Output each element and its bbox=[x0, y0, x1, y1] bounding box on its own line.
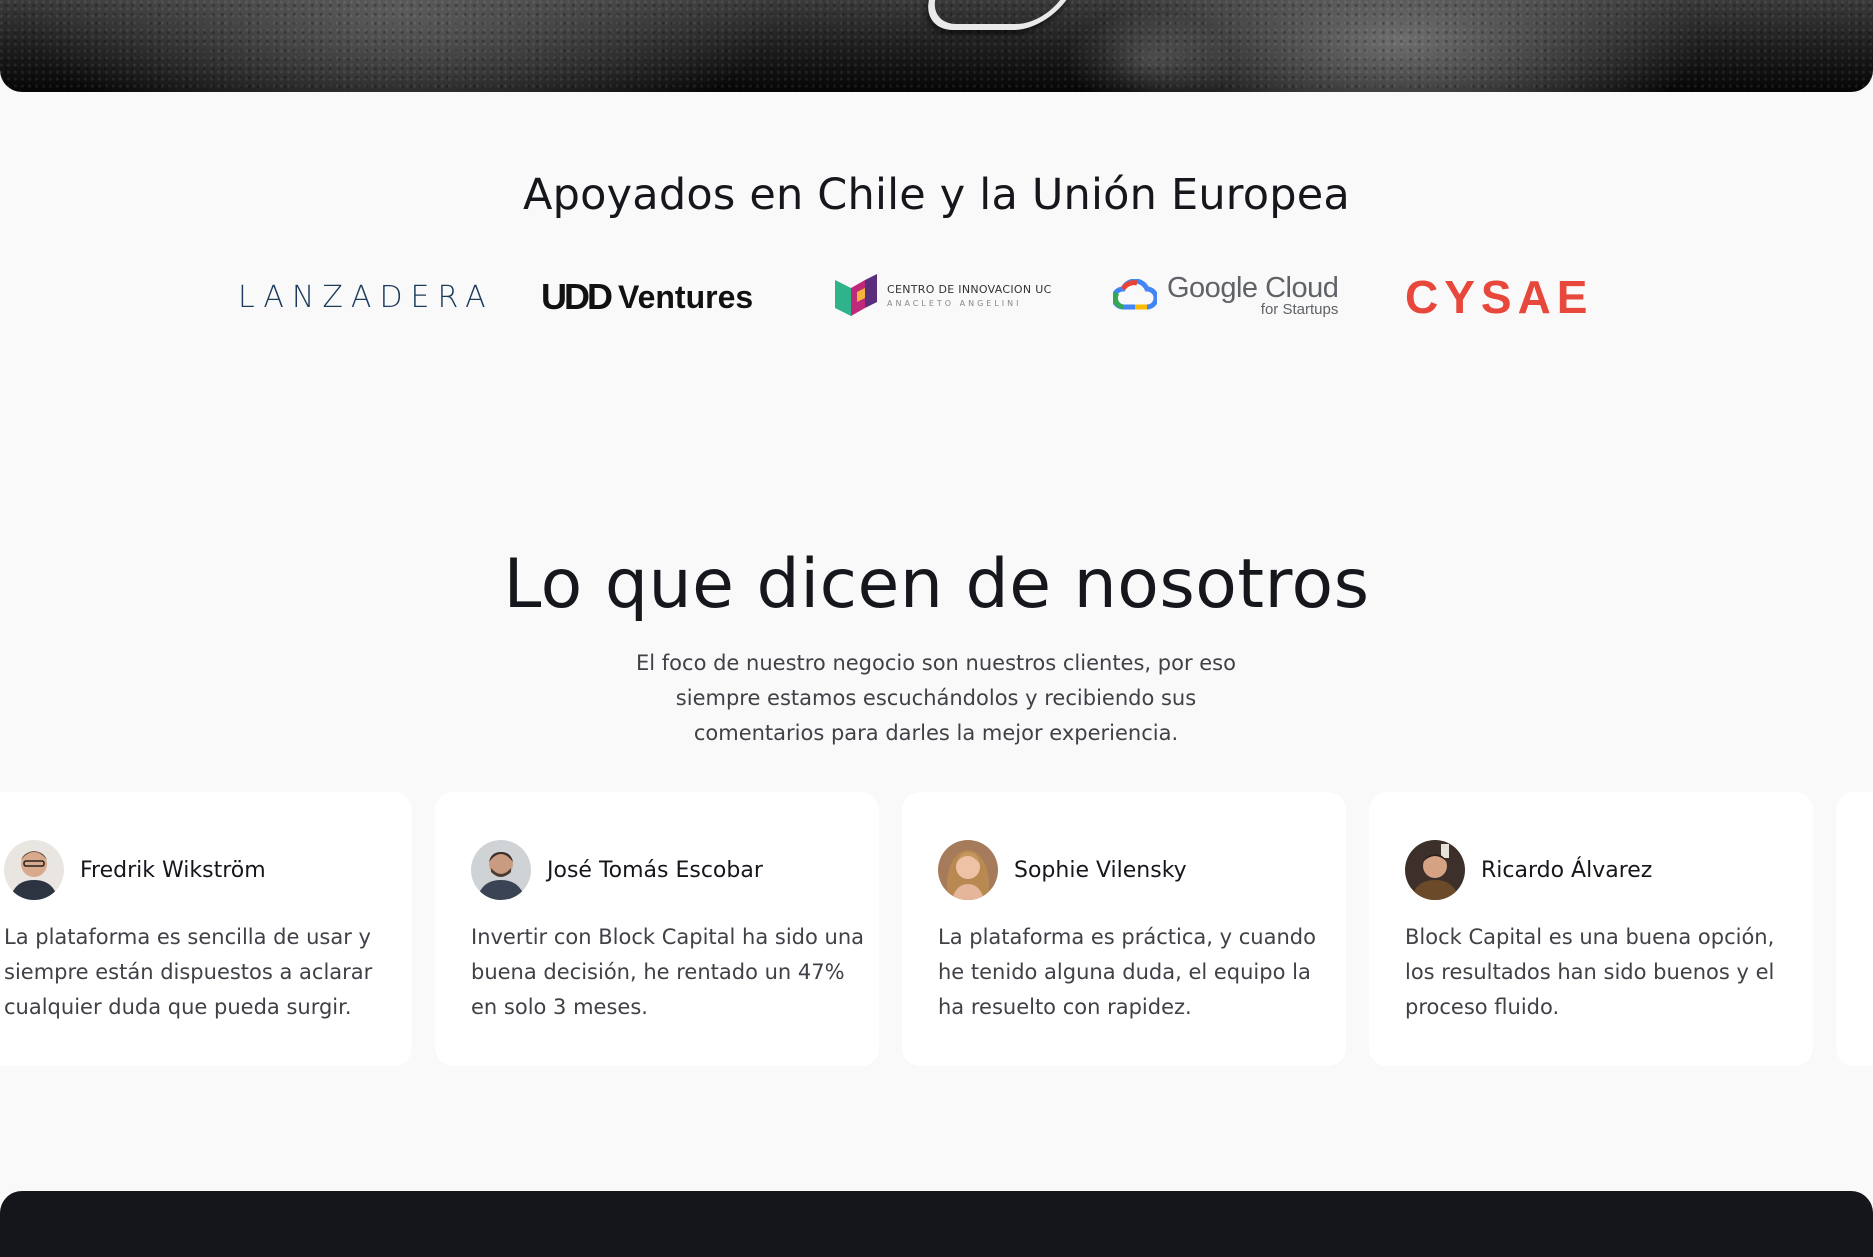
footer-section bbox=[0, 1191, 1873, 1257]
testimonials-subtitle: El foco de nuestro negocio son nuestros … bbox=[636, 651, 1236, 745]
udd-ventures-logo: UDD Ventures bbox=[541, 276, 753, 318]
testimonials-carousel[interactable]: Fredrik Wikström La plataforma es sencil… bbox=[0, 792, 1873, 1066]
testimonial-quote: La plataforma es sencilla de usar y siem… bbox=[4, 925, 373, 1019]
testimonial-name: Fredrik Wikström bbox=[80, 857, 266, 883]
testimonial-quote: La plataforma es práctica, y cuando he t… bbox=[938, 925, 1316, 1019]
avatar bbox=[4, 840, 64, 900]
uc-cube-icon bbox=[835, 274, 877, 316]
testimonial-card: José Tomás Escobar Invertir con Block Ca… bbox=[435, 792, 879, 1066]
lanzadera-logo-text: LANZADERA bbox=[238, 280, 494, 315]
testimonial-name: José Tomás Escobar bbox=[547, 857, 763, 883]
partner-logos: LANZADERA UDD Ventures CENTRO DE INNOVAC… bbox=[0, 270, 1873, 330]
hero-image bbox=[0, 0, 1873, 92]
testimonial-card: Fredrik Wikström La plataforma es sencil… bbox=[0, 792, 412, 1066]
testimonial-quote: Invertir con Block Capital ha sido una b… bbox=[471, 925, 864, 1019]
partners-title: Apoyados en Chile y la Unión Europea bbox=[523, 170, 1350, 220]
uc-logo-line1: CENTRO DE INNOVACION UC bbox=[887, 282, 1052, 296]
testimonial-quote: Block Capital es una buena opción, los r… bbox=[1405, 925, 1775, 1019]
testimonial-header: José Tomás Escobar bbox=[471, 840, 763, 900]
testimonial-header: Sophie Vilensky bbox=[938, 840, 1187, 900]
google-logo-line2: for Startups bbox=[1260, 301, 1339, 318]
cysae-logo: CYSAE bbox=[1405, 270, 1593, 324]
cysae-logo-text: CYSAE bbox=[1405, 271, 1594, 323]
testimonial-header: Ricardo Álvarez bbox=[1405, 840, 1652, 900]
testimonials-title: Lo que dicen de nosotros bbox=[503, 545, 1370, 624]
testimonial-card-next bbox=[1836, 792, 1873, 1066]
avatar bbox=[1405, 840, 1465, 900]
testimonial-name: Ricardo Álvarez bbox=[1481, 857, 1653, 883]
google-cloud-icon bbox=[1113, 279, 1157, 310]
centro-innovacion-uc-logo: CENTRO DE INNOVACION UC ANACLETO ANGELIN… bbox=[835, 274, 1052, 316]
avatar bbox=[471, 840, 531, 900]
udd-logo-word: Ventures bbox=[618, 278, 754, 315]
testimonial-name: Sophie Vilensky bbox=[1014, 857, 1187, 883]
uc-logo-line2: ANACLETO ANGELINI bbox=[887, 298, 1022, 308]
lanzadera-logo: LANZADERA bbox=[238, 280, 494, 315]
udd-logo-mark: UDD bbox=[541, 276, 613, 317]
avatar bbox=[938, 840, 998, 900]
testimonial-card: Ricardo Álvarez Block Capital es una bue… bbox=[1369, 792, 1813, 1066]
testimonial-header: Fredrik Wikström bbox=[4, 840, 266, 900]
testimonial-card: Sophie Vilensky La plataforma es práctic… bbox=[902, 792, 1346, 1066]
google-cloud-startups-logo: Google Cloud for Startups bbox=[1113, 272, 1339, 318]
